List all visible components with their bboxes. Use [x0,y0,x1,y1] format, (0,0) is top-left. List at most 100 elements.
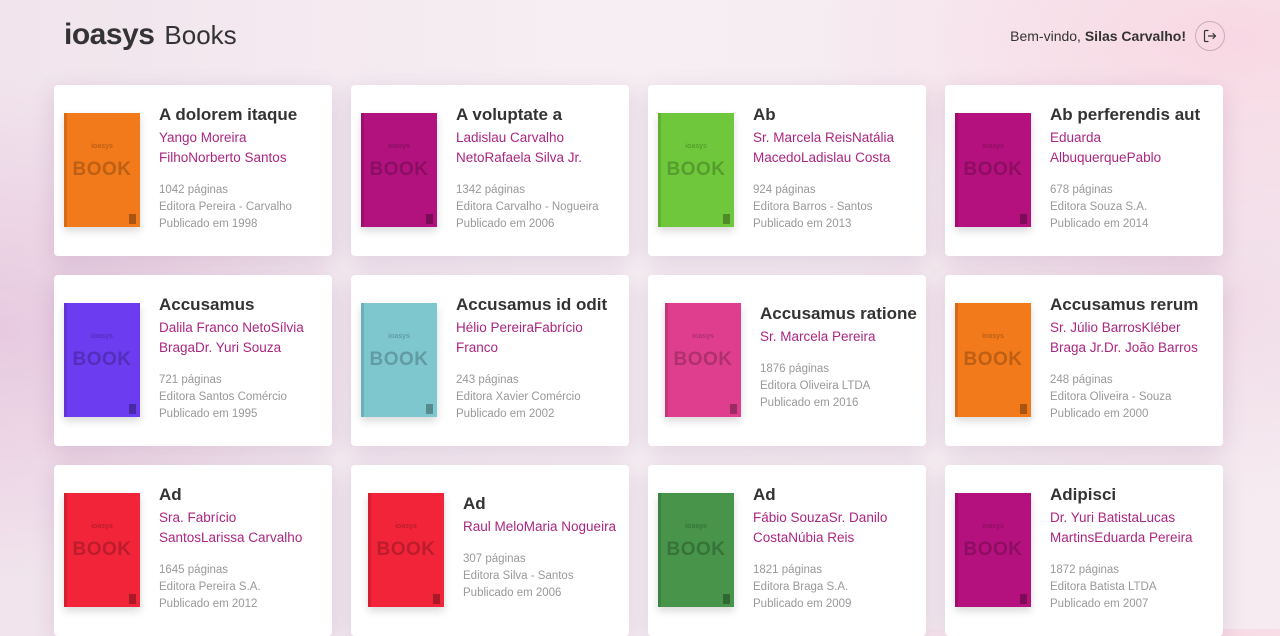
cover-brand: ioasys [685,523,707,530]
book-pages: 248 páginas [1050,374,1113,386]
book-cover: ioasys BOOK [361,303,437,417]
book-title: Accusamus rerum [1050,295,1199,314]
book-pages: 1645 páginas [159,564,229,576]
book-card[interactable]: ioasys BOOK Accusamus rerum Sr. Júlio Ba… [945,275,1223,446]
book-cover: ioasys BOOK [955,113,1031,227]
book-authors: Ladislau Carvalho NetoRafaela Silva Jr. [456,130,583,165]
book-published: Publicado em 2000 [1050,408,1149,420]
cover-book-word: BOOK [72,539,132,560]
book-title: Accusamus [159,295,255,314]
book-authors: Dr. Yuri BatistaLucas MartinsEduarda Per… [1050,510,1193,545]
logo-product: Books [164,20,237,50]
book-meta: 721 páginas Editora Santos Comércio Publ… [159,372,324,423]
logout-button[interactable] [1195,21,1225,51]
book-published: Publicado em 2016 [760,397,859,409]
book-pages: 924 páginas [753,184,816,196]
book-pages: 1342 páginas [456,184,526,196]
cover-brand: ioasys [982,143,1004,150]
book-meta: 248 páginas Editora Oliveira - Souza Pub… [1050,372,1215,423]
book-pages: 243 páginas [456,374,519,386]
book-card[interactable]: ioasys BOOK Adipisci Dr. Yuri BatistaLuc… [945,465,1223,636]
book-meta: 924 páginas Editora Barros - Santos Publ… [753,182,918,233]
user-name: Silas Carvalho! [1084,28,1186,44]
book-card[interactable]: ioasys BOOK Accusamus ratione Sr. Marcel… [648,275,926,446]
book-card[interactable]: ioasys BOOK A voluptate a Ladislau Carva… [351,85,629,256]
book-cover: ioasys BOOK [64,113,140,227]
book-authors: Sr. Júlio BarrosKléber Braga Jr.Dr. João… [1050,320,1198,355]
book-info: Accusamus id odit Hélio PereiraFabrício … [437,275,629,446]
book-card[interactable]: ioasys BOOK Accusamus Dalila Franco Neto… [54,275,332,446]
cover-book-word: BOOK [72,159,132,180]
cover-corner-tag [723,214,730,224]
book-card[interactable]: ioasys BOOK Ab Sr. Marcela ReisNatália M… [648,85,926,256]
book-meta: 1042 páginas Editora Pereira - Carvalho … [159,182,324,233]
book-info: Adipisci Dr. Yuri BatistaLucas MartinsEd… [1031,465,1223,636]
book-card[interactable]: ioasys BOOK Ad Sra. Fabrício SantosLaris… [54,465,332,636]
book-title: Accusamus id odit [456,295,608,314]
cover-book-word: BOOK [72,349,132,370]
book-published: Publicado em 2002 [456,408,555,420]
welcome-message: Bem-vindo, Silas Carvalho! [1010,28,1186,44]
book-card[interactable]: ioasys BOOK A dolorem itaque Yango Morei… [54,85,332,256]
book-info: Accusamus ratione Sr. Marcela Pereira 18… [741,275,926,446]
book-published: Publicado em 2006 [456,218,555,230]
logo: ioasys Books [64,18,237,52]
cover-brand: ioasys [388,143,410,150]
book-info: Accusamus rerum Sr. Júlio BarrosKléber B… [1031,275,1223,446]
cover-corner-tag [1020,404,1027,414]
book-authors: Dalila Franco NetoSílvia BragaDr. Yuri S… [159,320,304,355]
book-authors: Sra. Fabrício SantosLarissa Carvalho [159,510,303,545]
cover-corner-tag [730,404,737,414]
book-cover: ioasys BOOK [658,113,734,227]
book-title: Ad [753,485,776,504]
book-publisher: Editora Xavier Comércio [456,391,581,403]
book-publisher: Editora Oliveira LTDA [760,380,871,392]
book-card[interactable]: ioasys BOOK Ad Raul MeloMaria Nogueira 3… [351,465,629,636]
cover-brand: ioasys [982,333,1004,340]
book-publisher: Editora Braga S.A. [753,581,849,593]
book-publisher: Editora Pereira S.A. [159,581,261,593]
cover-brand: ioasys [685,143,707,150]
book-publisher: Editora Oliveira - Souza [1050,391,1172,403]
book-card[interactable]: ioasys BOOK Ad Fábio SouzaSr. Danilo Cos… [648,465,926,636]
book-publisher: Editora Barros - Santos [753,201,873,213]
book-card[interactable]: ioasys BOOK Ab perferendis aut Eduarda A… [945,85,1223,256]
book-cover: ioasys BOOK [64,303,140,417]
cover-corner-tag [129,594,136,604]
book-meta: 1342 páginas Editora Carvalho - Nogueira… [456,182,621,233]
book-title: A voluptate a [456,105,563,124]
book-published: Publicado em 2013 [753,218,852,230]
cover-corner-tag [129,404,136,414]
book-info: Ab Sr. Marcela ReisNatália MacedoLadisla… [734,85,926,256]
book-title: Ad [159,485,182,504]
book-title: Ab perferendis aut [1050,105,1201,124]
cover-brand: ioasys [982,523,1004,530]
book-meta: 1876 páginas Editora Oliveira LTDA Publi… [760,361,918,412]
book-published: Publicado em 1998 [159,218,258,230]
book-title: Accusamus ratione [760,304,917,323]
logo-brand: ioasys [64,18,155,51]
book-title: Adipisci [1050,485,1117,504]
book-cover: ioasys BOOK [658,493,734,607]
book-info: A voluptate a Ladislau Carvalho NetoRafa… [437,85,629,256]
book-meta: 1872 páginas Editora Batista LTDA Public… [1050,562,1215,613]
book-published: Publicado em 1995 [159,408,258,420]
book-title: Ab [753,105,776,124]
book-info: A dolorem itaque Yango Moreira FilhoNorb… [140,85,332,256]
cover-book-word: BOOK [673,349,733,370]
book-publisher: Editora Pereira - Carvalho [159,201,292,213]
cover-corner-tag [426,214,433,224]
book-info: Ad Raul MeloMaria Nogueira 307 páginas E… [444,465,629,636]
cover-brand: ioasys [388,333,410,340]
book-authors: Eduarda AlbuquerquePablo SantosOfélia Pe… [1050,130,1162,165]
book-publisher: Editora Batista LTDA [1050,581,1157,593]
book-pages: 1821 páginas [753,564,823,576]
book-pages: 1042 páginas [159,184,229,196]
book-published: Publicado em 2006 [463,587,562,599]
book-pages: 1872 páginas [1050,564,1120,576]
book-authors: Sr. Marcela Pereira [760,329,876,344]
book-authors: Hélio PereiraFabrício Franco [456,320,583,355]
header: ioasys Books Bem-vindo, Silas Carvalho! [0,0,1280,72]
book-card[interactable]: ioasys BOOK Accusamus id odit Hélio Pere… [351,275,629,446]
cover-book-word: BOOK [376,539,436,560]
